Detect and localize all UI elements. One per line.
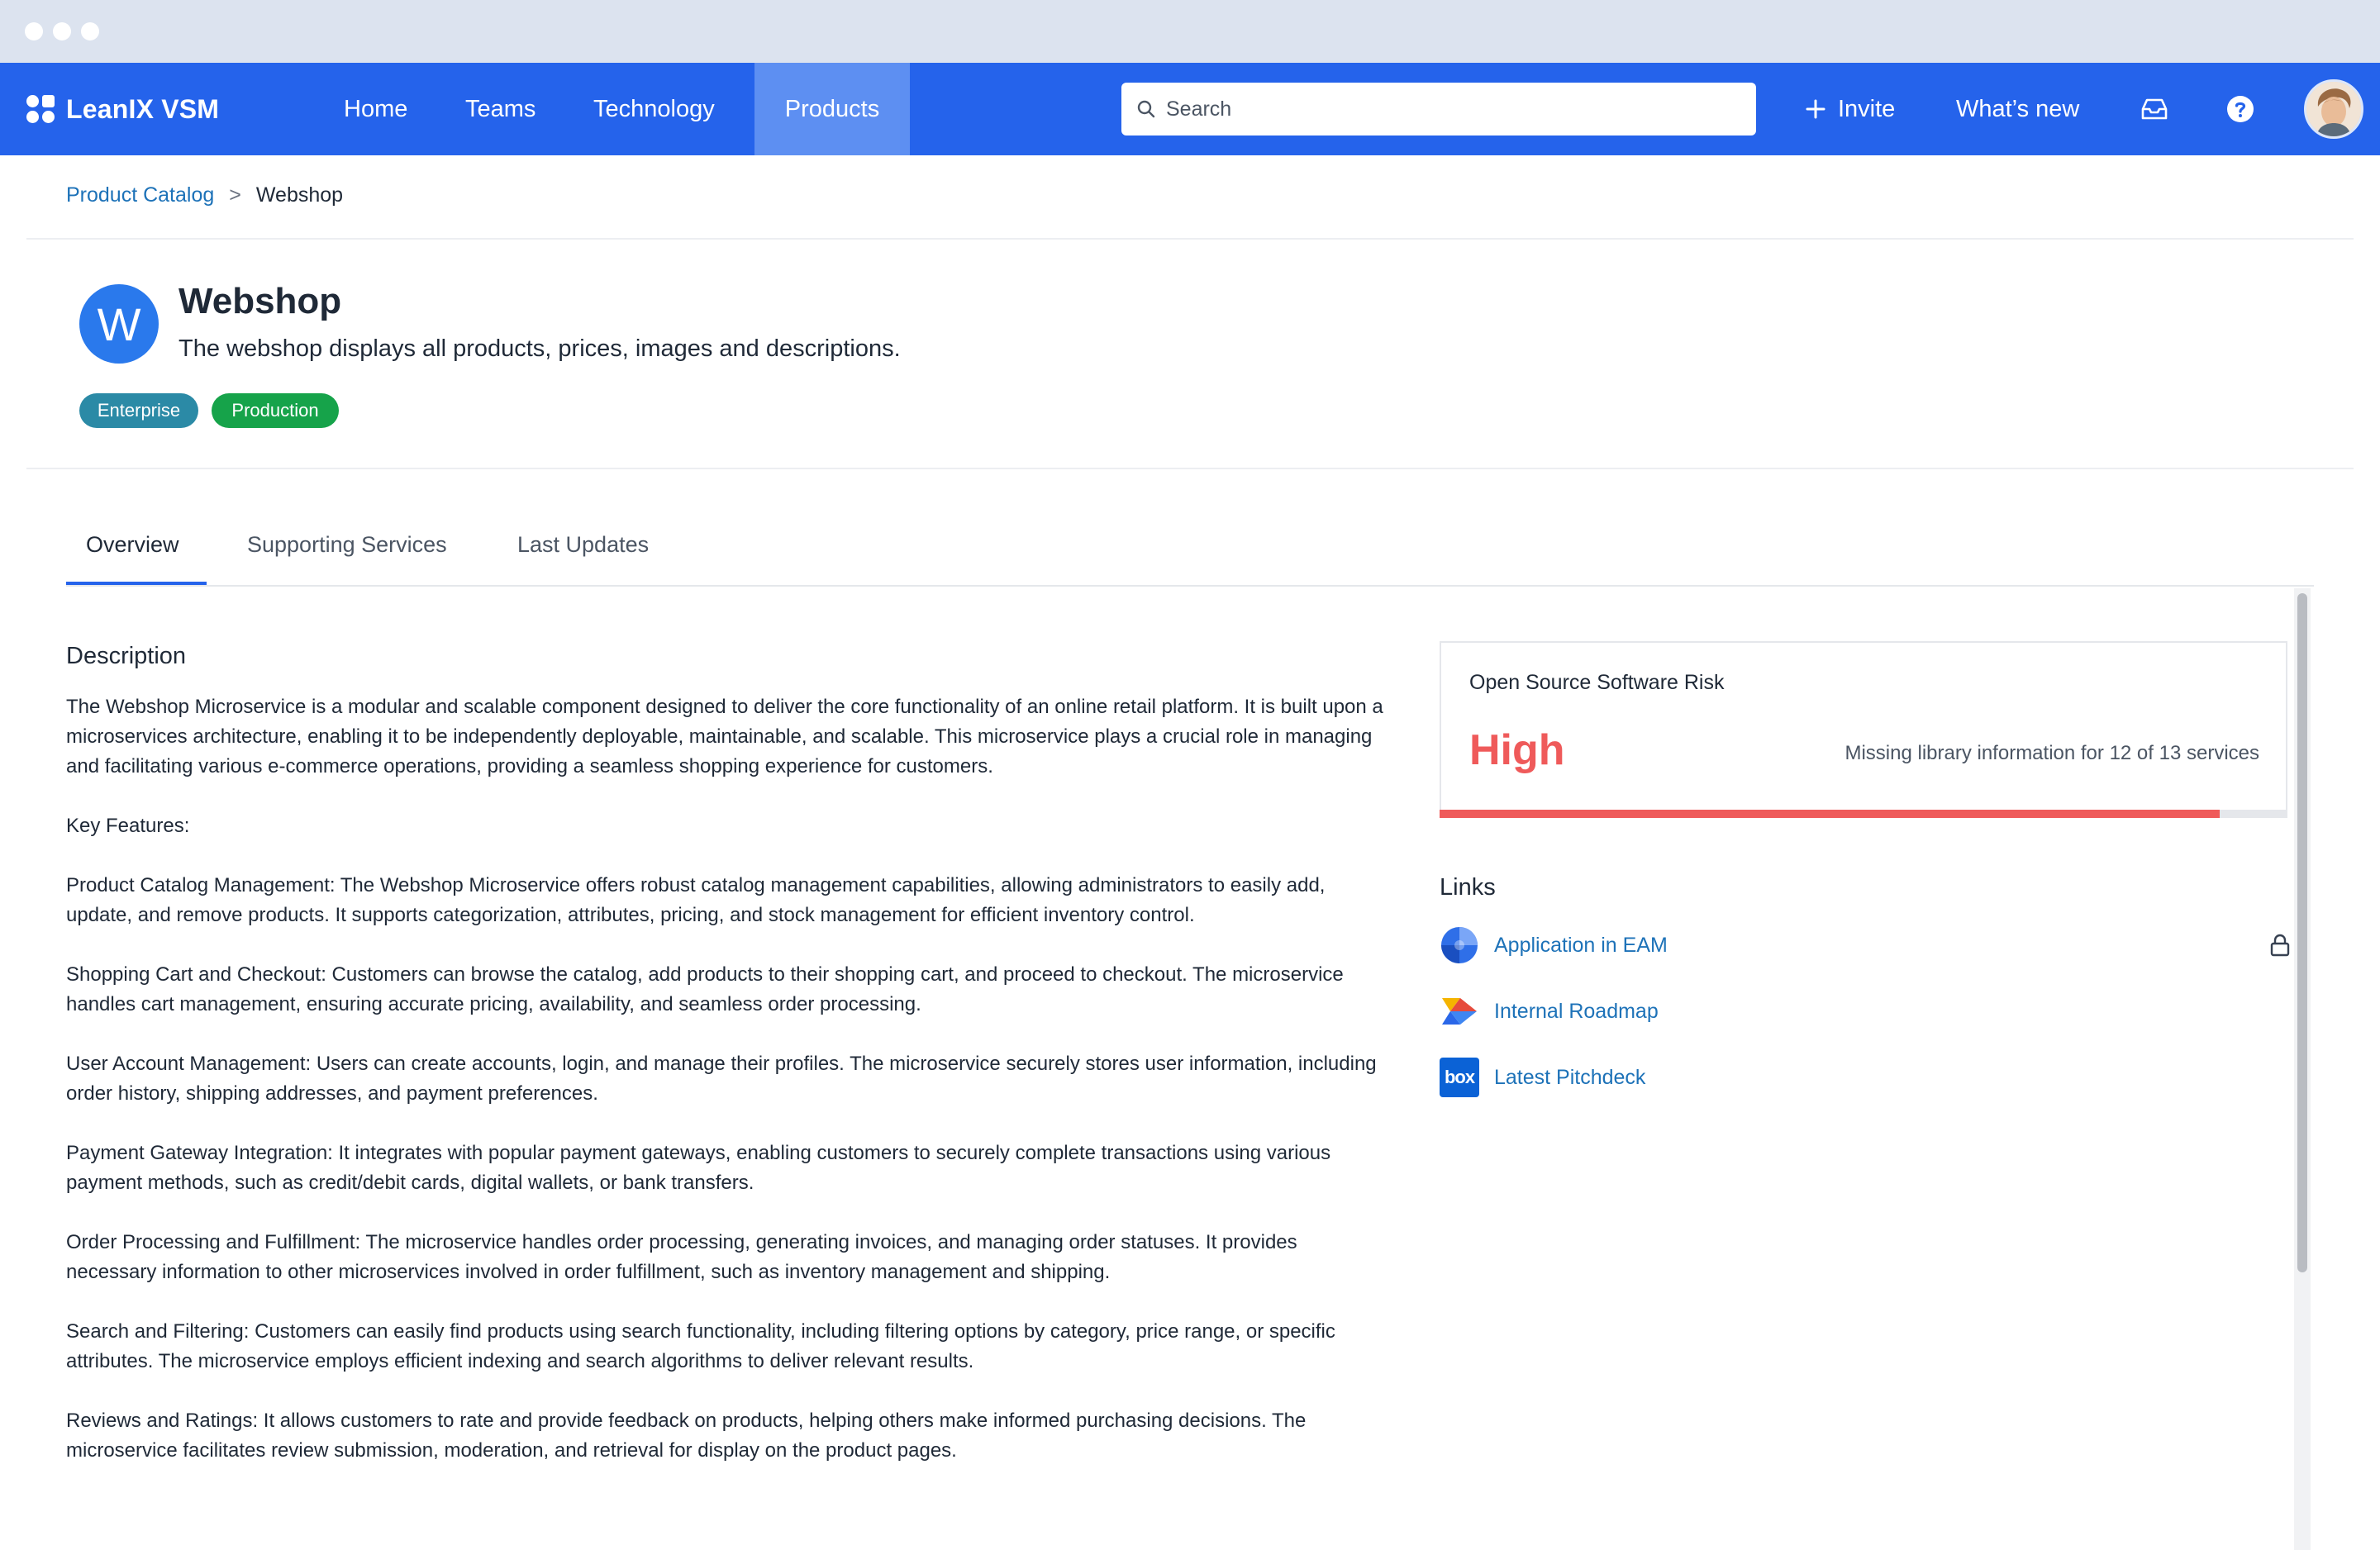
nav-item-label: Home xyxy=(344,95,408,122)
description-paragraph: User Account Management: Users can creat… xyxy=(66,1053,1377,1105)
user-photo-icon xyxy=(2306,82,2361,136)
breadcrumb-link-product-catalog[interactable]: Product Catalog xyxy=(66,183,214,207)
risk-progress-fill xyxy=(1440,810,2220,818)
breadcrumb-separator: > xyxy=(229,183,241,207)
help-icon xyxy=(2227,96,2254,122)
scrollbar-thumb[interactable] xyxy=(2297,593,2307,1272)
link-label: Internal Roadmap xyxy=(1494,999,1659,1023)
nav-item-home[interactable]: Home xyxy=(344,63,407,155)
description-paragraph: Payment Gateway Integration: It integrat… xyxy=(66,1142,1331,1194)
app-logo[interactable]: LeanIX VSM xyxy=(26,63,219,155)
link-application-in-eam[interactable]: Application in EAM xyxy=(1440,925,1668,965)
tabs-divider xyxy=(66,585,2314,587)
divider xyxy=(26,468,2354,469)
nav-item-products[interactable]: Products xyxy=(754,63,910,155)
top-navigation: LeanIX VSM Home Teams Technology Product… xyxy=(0,63,2380,155)
active-tab-indicator xyxy=(66,582,207,585)
description-paragraph: Search and Filtering: Customers can easi… xyxy=(66,1320,1335,1372)
link-label: Latest Pitchdeck xyxy=(1494,1065,1646,1089)
page-title: Webshop xyxy=(178,281,342,321)
product-subtitle: The webshop displays all products, price… xyxy=(178,335,901,362)
box-icon: box xyxy=(1440,1058,1479,1097)
nav-item-technology[interactable]: Technology xyxy=(593,63,715,155)
nav-item-label: Products xyxy=(784,95,880,122)
window-titlebar xyxy=(0,0,2380,63)
tag-enterprise: Enterprise xyxy=(79,393,198,428)
invite-label: Invite xyxy=(1838,95,1896,122)
divider xyxy=(26,238,2354,240)
user-avatar[interactable] xyxy=(2304,79,2363,139)
link-label: Application in EAM xyxy=(1494,933,1668,957)
description-paragraph: Reviews and Ratings: It allows customers… xyxy=(66,1410,1307,1462)
risk-detail: Missing library information for 12 of 13… xyxy=(1844,742,2259,764)
tab-supporting-services[interactable]: Supporting Services xyxy=(247,532,447,558)
description-paragraph: Shopping Cart and Checkout: Customers ca… xyxy=(66,963,1344,1015)
description-paragraph: Key Features: xyxy=(66,815,190,837)
search-box[interactable] xyxy=(1121,83,1756,136)
inbox-button[interactable] xyxy=(2140,63,2168,155)
tab-last-updates[interactable]: Last Updates xyxy=(517,532,649,558)
lock-icon xyxy=(2270,934,2290,957)
inbox-icon xyxy=(2141,98,2168,120)
tab-overview[interactable]: Overview xyxy=(86,532,179,558)
nav-item-label: Technology xyxy=(593,95,715,122)
oss-risk-card: Open Source Software Risk High Missing l… xyxy=(1440,641,2287,818)
description-paragraph: The Webshop Microservice is a modular an… xyxy=(66,696,1383,777)
leanix-logo-icon xyxy=(26,95,55,123)
app-name: LeanIX VSM xyxy=(66,93,220,124)
window-dot-maximize[interactable] xyxy=(81,22,99,40)
product-avatar: W xyxy=(79,284,159,364)
roadmap-icon xyxy=(1440,991,1479,1031)
description-body: The Webshop Microservice is a modular an… xyxy=(66,692,1388,1495)
window-dot-close[interactable] xyxy=(25,22,43,40)
search-icon xyxy=(1137,100,1155,118)
risk-title: Open Source Software Risk xyxy=(1469,671,1725,694)
window-dot-minimize[interactable] xyxy=(53,22,71,40)
link-internal-roadmap[interactable]: Internal Roadmap xyxy=(1440,991,1659,1031)
link-latest-pitchdeck[interactable]: box Latest Pitchdeck xyxy=(1440,1058,1645,1097)
box-icon-text: box xyxy=(1444,1067,1475,1087)
search-input[interactable] xyxy=(1166,97,1728,121)
nav-item-label: Teams xyxy=(465,95,536,122)
risk-progress-bar xyxy=(1440,810,2287,818)
description-paragraph: Product Catalog Management: The Webshop … xyxy=(66,874,1326,926)
breadcrumb-current: Webshop xyxy=(255,183,344,207)
tag-production: Production xyxy=(212,393,339,428)
plus-icon xyxy=(1806,99,1825,119)
help-button[interactable] xyxy=(2226,63,2254,155)
nav-item-teams[interactable]: Teams xyxy=(465,63,536,155)
breadcrumb: Product Catalog > Webshop xyxy=(66,183,343,207)
description-heading: Description xyxy=(66,643,187,669)
whats-new-button[interactable]: What’s new xyxy=(1956,63,2079,155)
whats-new-label: What’s new xyxy=(1956,95,2080,122)
description-paragraph: Order Processing and Fulfillment: The mi… xyxy=(66,1231,1297,1283)
invite-button[interactable]: Invite xyxy=(1805,63,1895,155)
links-heading: Links xyxy=(1440,874,1496,901)
risk-level: High xyxy=(1469,726,1565,774)
leanix-eam-icon xyxy=(1440,925,1479,965)
